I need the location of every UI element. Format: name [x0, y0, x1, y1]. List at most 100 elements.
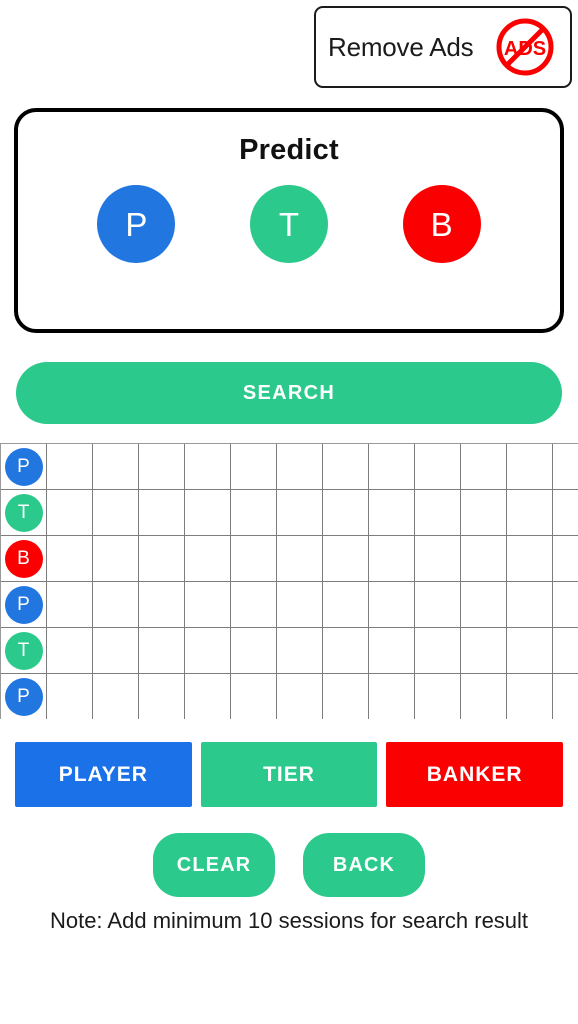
entry-buttons-row: PLAYER TIER BANKER — [15, 742, 564, 807]
grid-cell[interactable] — [231, 674, 277, 719]
grid-cell[interactable] — [461, 582, 507, 628]
back-button[interactable]: BACK — [303, 833, 425, 897]
grid-cell[interactable] — [93, 490, 139, 536]
grid-cell[interactable]: B — [1, 536, 47, 582]
grid-cell[interactable] — [231, 582, 277, 628]
grid-cell[interactable] — [369, 444, 415, 490]
grid-cell[interactable] — [139, 628, 185, 674]
grid-cell[interactable] — [277, 490, 323, 536]
results-grid-container[interactable]: PTBPTP — [0, 443, 578, 719]
grid-cell[interactable] — [139, 490, 185, 536]
grid-cell[interactable] — [323, 674, 369, 719]
grid-cell[interactable] — [47, 628, 93, 674]
grid-cell[interactable]: T — [1, 490, 47, 536]
grid-cell[interactable] — [323, 628, 369, 674]
grid-cell[interactable] — [323, 444, 369, 490]
grid-cell[interactable]: P — [1, 444, 47, 490]
grid-marker-t: T — [4, 631, 43, 670]
grid-cell[interactable] — [277, 628, 323, 674]
predict-option-player[interactable]: P — [97, 185, 176, 263]
grid-cell[interactable] — [415, 490, 461, 536]
grid-cell[interactable] — [139, 582, 185, 628]
grid-marker-b: B — [4, 539, 43, 578]
grid-cell[interactable] — [507, 674, 553, 719]
grid-cell[interactable] — [47, 582, 93, 628]
grid-cell[interactable] — [415, 536, 461, 582]
grid-cell[interactable] — [553, 536, 578, 582]
grid-cell[interactable] — [277, 674, 323, 719]
grid-cell[interactable] — [93, 536, 139, 582]
control-buttons-row: CLEAR BACK — [0, 833, 578, 897]
grid-cell[interactable] — [461, 490, 507, 536]
grid-cell[interactable] — [553, 674, 578, 719]
grid-cell[interactable] — [461, 444, 507, 490]
grid-cell[interactable] — [277, 444, 323, 490]
grid-cell[interactable] — [231, 444, 277, 490]
grid-cell[interactable] — [507, 536, 553, 582]
grid-cell[interactable] — [461, 536, 507, 582]
grid-cell[interactable] — [461, 628, 507, 674]
grid-cell[interactable] — [139, 536, 185, 582]
grid-cell[interactable] — [553, 628, 578, 674]
predict-option-tier[interactable]: T — [249, 185, 328, 263]
grid-cell[interactable] — [93, 674, 139, 719]
grid-cell[interactable]: P — [1, 582, 47, 628]
player-button[interactable]: PLAYER — [15, 742, 192, 807]
grid-cell[interactable] — [185, 674, 231, 719]
grid-cell[interactable] — [323, 536, 369, 582]
grid-cell[interactable] — [47, 444, 93, 490]
svg-text:ADS: ADS — [504, 38, 546, 60]
grid-cell[interactable] — [231, 536, 277, 582]
grid-cell[interactable] — [553, 582, 578, 628]
clear-button[interactable]: CLEAR — [153, 833, 275, 897]
grid-cell[interactable]: P — [1, 674, 47, 719]
grid-cell[interactable] — [139, 674, 185, 719]
grid-cell[interactable] — [185, 628, 231, 674]
grid-cell[interactable] — [185, 444, 231, 490]
grid-cell[interactable] — [185, 582, 231, 628]
grid-cell[interactable] — [277, 582, 323, 628]
remove-ads-label: Remove Ads — [328, 31, 474, 62]
grid-cell[interactable] — [93, 582, 139, 628]
grid-cell[interactable] — [369, 628, 415, 674]
predict-option-banker[interactable]: B — [402, 185, 481, 263]
grid-cell[interactable] — [185, 490, 231, 536]
grid-cell[interactable] — [415, 628, 461, 674]
grid-cell[interactable] — [231, 628, 277, 674]
predict-option-banker-label: B — [430, 205, 453, 243]
grid-cell[interactable] — [47, 536, 93, 582]
grid-cell[interactable] — [415, 674, 461, 719]
grid-marker-p: P — [4, 677, 43, 716]
grid-cell[interactable] — [323, 490, 369, 536]
grid-cell[interactable] — [369, 674, 415, 719]
grid-cell[interactable] — [507, 444, 553, 490]
grid-cell[interactable] — [553, 444, 578, 490]
remove-ads-banner[interactable]: Remove Ads ADS — [314, 6, 572, 88]
grid-cell[interactable] — [553, 490, 578, 536]
grid-cell[interactable] — [47, 490, 93, 536]
grid-cell[interactable] — [461, 674, 507, 719]
grid-cell[interactable] — [277, 536, 323, 582]
grid-cell[interactable] — [369, 536, 415, 582]
grid-cell[interactable] — [507, 490, 553, 536]
grid-cell[interactable] — [93, 444, 139, 490]
grid-cell[interactable] — [415, 582, 461, 628]
tier-button[interactable]: TIER — [200, 742, 378, 807]
grid-cell[interactable] — [507, 582, 553, 628]
grid-cell[interactable] — [507, 628, 553, 674]
grid-cell[interactable] — [369, 490, 415, 536]
predict-option-player-label: P — [125, 205, 148, 243]
predict-panel: Predict P T B — [14, 108, 564, 333]
grid-cell[interactable] — [415, 444, 461, 490]
grid-cell[interactable] — [93, 628, 139, 674]
grid-cell[interactable] — [139, 444, 185, 490]
grid-cell[interactable]: T — [1, 628, 47, 674]
search-button[interactable]: SEARCH — [16, 362, 562, 424]
banker-button[interactable]: BANKER — [386, 742, 564, 807]
grid-cell[interactable] — [369, 582, 415, 628]
grid-cell[interactable] — [47, 674, 93, 719]
grid-cell[interactable] — [231, 490, 277, 536]
app-root: Remove Ads ADS Predict P T B SEARCH PTBP — [0, 0, 578, 1024]
grid-cell[interactable] — [185, 536, 231, 582]
grid-cell[interactable] — [323, 582, 369, 628]
